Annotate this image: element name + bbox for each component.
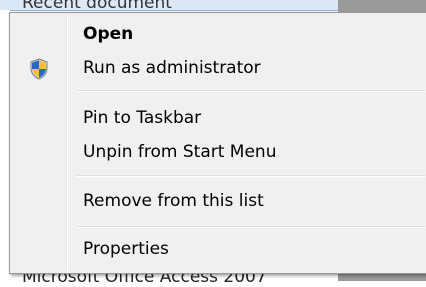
menu-item-label: Run as administrator xyxy=(83,58,261,78)
menu-item-properties[interactable]: Properties xyxy=(12,232,425,266)
menu-item-label: Open xyxy=(83,24,134,44)
menu-separator xyxy=(76,226,425,228)
menu-item-label: Properties xyxy=(83,239,169,259)
menu-separator xyxy=(76,175,425,177)
menu-item-open[interactable]: Open xyxy=(12,17,425,51)
highlighted-program-item[interactable]: Recent document xyxy=(0,0,338,13)
menu-separator xyxy=(76,90,425,92)
menu-item-label: Remove from this list xyxy=(83,191,264,211)
menu-item-label: Pin to Taskbar xyxy=(83,108,202,128)
menu-item-run-as-administrator[interactable]: Run as administrator xyxy=(12,51,425,85)
menu-item-remove-from-this-list[interactable]: Remove from this list xyxy=(12,184,425,218)
menu-item-label: Unpin from Start Menu xyxy=(83,142,277,162)
uac-shield-icon xyxy=(30,58,48,80)
menu-item-unpin-from-start-menu[interactable]: Unpin from Start Menu xyxy=(12,135,425,169)
menu-item-pin-to-taskbar[interactable]: Pin to Taskbar xyxy=(12,101,425,135)
context-menu: Open Run as administrator Pin to Taskbar… xyxy=(9,12,426,274)
